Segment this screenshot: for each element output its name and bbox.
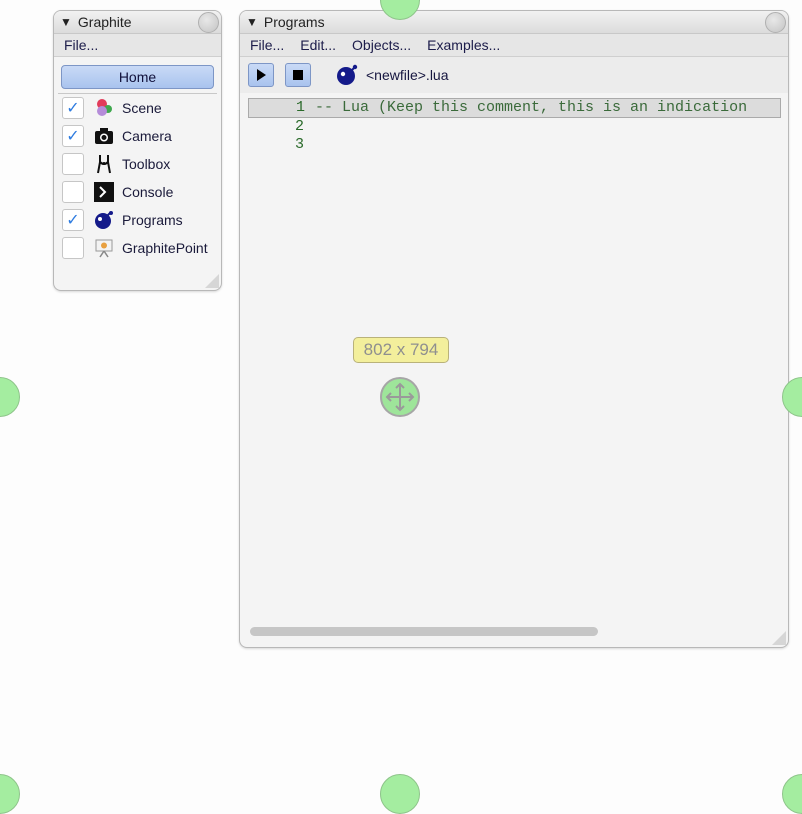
stop-button[interactable] [285,63,311,87]
code-line: 2 [248,118,781,136]
graphite-titlebar[interactable]: ▼ Graphite [54,11,221,34]
presentation-icon [94,238,114,258]
programs-label: Programs [122,212,183,228]
module-item-console[interactable]: Console [54,178,221,206]
resize-handle-left[interactable] [0,377,20,417]
camera-checkbox[interactable]: ✓ [62,125,84,147]
move-handle[interactable] [380,377,420,417]
camera-icon [94,126,114,146]
line-text: -- Lua (Keep this comment, this is an in… [315,99,748,116]
current-file-name: <newfile>.lua [366,67,449,83]
line-number: 2 [294,118,304,135]
module-item-programs[interactable]: ✓ Programs [54,206,221,234]
programs-edit-menu[interactable]: Edit... [292,37,344,53]
programs-icon [94,210,114,230]
scene-checkbox[interactable]: ✓ [62,97,84,119]
programs-titlebar[interactable]: ▼ Programs [240,11,788,34]
line-number: 1 [295,99,305,116]
programs-file-menu[interactable]: File... [240,37,292,53]
graphitepoint-label: GraphitePoint [122,240,208,256]
graphitepoint-checkbox[interactable] [62,237,84,259]
graphite-panel: ▼ Graphite File... Home ✓ Scene ✓ Camera… [53,10,222,291]
module-item-graphitepoint[interactable]: GraphitePoint [54,234,221,262]
current-file: <newfile>.lua [336,64,449,86]
move-arrows-icon [385,382,415,412]
play-icon [257,69,266,81]
camera-label: Camera [122,128,172,144]
graphite-menubar: File... [54,34,221,57]
lua-file-icon [337,64,358,85]
code-line: 3 [248,136,781,154]
toolbox-checkbox[interactable] [62,153,84,175]
panel-close-button[interactable] [765,12,786,33]
resize-handle-bottom-left[interactable] [0,774,20,814]
console-label: Console [122,184,174,200]
resize-grip[interactable] [205,274,219,288]
module-item-scene[interactable]: ✓ Scene [54,94,221,122]
run-button[interactable] [248,63,274,87]
programs-checkbox[interactable]: ✓ [62,209,84,231]
code-editor[interactable]: 1 -- Lua (Keep this comment, this is an … [248,96,781,620]
scene-label: Scene [122,100,162,116]
home-button[interactable]: Home [61,65,214,89]
programs-menubar: File... Edit... Objects... Examples... [240,34,788,57]
programs-panel: ▼ Programs File... Edit... Objects... Ex… [239,10,789,648]
toolbox-label: Toolbox [122,156,171,172]
programs-toolbar: <newfile>.lua [240,57,788,93]
collapse-triangle-icon[interactable]: ▼ [246,15,258,29]
panel-close-button[interactable] [198,12,219,33]
resize-handle-bottom[interactable] [380,774,420,814]
stop-icon [293,70,303,80]
collapse-triangle-icon[interactable]: ▼ [60,15,72,29]
resize-handle-bottom-right[interactable] [782,774,802,814]
scene-icon [94,98,114,118]
graphite-file-menu[interactable]: File... [54,37,106,53]
console-checkbox[interactable] [62,181,84,203]
horizontal-scrollbar[interactable] [250,627,598,636]
resize-grip[interactable] [772,631,786,645]
toolbox-icon [94,154,114,174]
programs-examples-menu[interactable]: Examples... [419,37,508,53]
module-item-camera[interactable]: ✓ Camera [54,122,221,150]
programs-title: Programs [263,14,325,30]
line-number: 3 [294,136,304,153]
size-tooltip: 802 x 794 [353,337,449,363]
module-item-toolbox[interactable]: Toolbox [54,150,221,178]
console-icon [94,182,114,202]
programs-objects-menu[interactable]: Objects... [344,37,419,53]
code-line: 1 -- Lua (Keep this comment, this is an … [248,98,781,118]
graphite-title: Graphite [77,14,132,30]
